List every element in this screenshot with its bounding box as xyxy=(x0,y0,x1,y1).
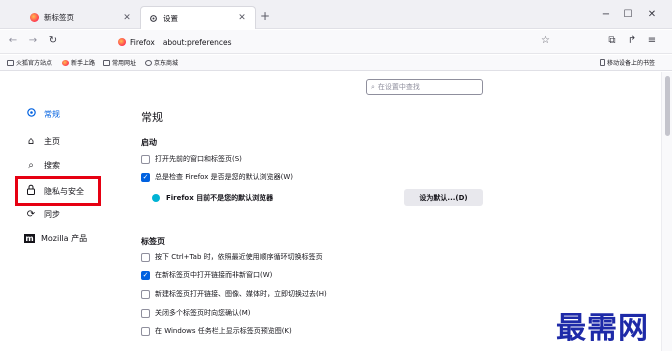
option-label: 在新标签页中打开链接而非新窗口(W) xyxy=(155,271,273,279)
bookmark-label: 京东商城 xyxy=(154,60,179,67)
tab-label: 新标签页 xyxy=(44,13,74,22)
checkbox[interactable] xyxy=(141,289,150,299)
share-icon[interactable]: ↱ xyxy=(625,35,639,46)
bookmark-item[interactable]: 京东商城 xyxy=(145,58,178,67)
status-text: Firefox 目前不是您的默认浏览器 xyxy=(166,194,274,202)
mobile-icon xyxy=(600,59,605,66)
highlight-annotation xyxy=(15,176,101,206)
checkbox[interactable] xyxy=(141,326,150,336)
page-title: 常规 xyxy=(141,111,163,124)
mobile-bookmarks[interactable]: 移动设备上的书签 xyxy=(600,58,655,67)
gear-icon xyxy=(24,107,38,121)
tabs-option[interactable]: 在 Windows 任务栏上显示标签页预览图(K) xyxy=(141,326,292,336)
tab-new-tab[interactable]: 新标签页 ✕ xyxy=(22,6,140,29)
option-label: 在 Windows 任务栏上显示标签页预览图(K) xyxy=(155,327,292,335)
sidebar-item-label: 同步 xyxy=(44,209,60,219)
set-default-button[interactable]: 设为默认...(D) xyxy=(404,189,483,206)
watermark: 最需网 xyxy=(556,311,649,346)
close-icon[interactable]: ✕ xyxy=(237,13,247,23)
extensions-icon[interactable]: ⧉ xyxy=(605,35,619,46)
tabs-option[interactable]: 新建标签页打开链接、图像、媒体时，立即切换过去(H) xyxy=(141,289,327,299)
close-window-button[interactable]: ✕ xyxy=(644,9,660,20)
firefox-icon xyxy=(30,13,39,22)
firefox-icon xyxy=(118,38,126,46)
sidebar-item-label: 搜索 xyxy=(44,160,60,170)
scrollbar[interactable] xyxy=(661,72,672,351)
url-text[interactable]: about:preferences xyxy=(163,38,232,47)
gear-icon xyxy=(149,14,158,23)
menu-icon[interactable]: ≡ xyxy=(645,35,659,46)
sidebar-item-general[interactable]: 常规 xyxy=(24,106,60,122)
checkbox[interactable] xyxy=(141,308,150,318)
bookmark-item[interactable]: 新手上路 xyxy=(62,58,95,67)
bookmark-star-icon[interactable]: ☆ xyxy=(541,35,550,46)
back-button[interactable]: ← xyxy=(6,35,20,46)
reload-button[interactable]: ↻ xyxy=(46,35,60,46)
scrollbar-thumb[interactable] xyxy=(665,76,670,136)
bookmark-label: 移动设备上的书签 xyxy=(607,60,656,67)
minimize-button[interactable]: − xyxy=(598,9,614,20)
checkbox[interactable] xyxy=(141,154,150,164)
tab-strip: 新标签页 ✕ 设置 ✕ + − ☐ ✕ xyxy=(0,0,672,29)
bookmarks-bar: 火狐官方站点 新手上路 常用网址 京东商城 移动设备上的书签 xyxy=(0,55,672,71)
sidebar-item-home[interactable]: ⌂ 主页 xyxy=(24,133,60,149)
tabs-option[interactable]: 按下 Ctrl+Tab 时，依照最近使用顺序循环切换标签页 xyxy=(141,252,323,262)
home-icon: ⌂ xyxy=(27,135,35,147)
section-startup-heading: 启动 xyxy=(141,138,157,147)
settings-search[interactable]: ⌕ xyxy=(366,79,483,95)
checkbox[interactable]: ✓ xyxy=(141,172,150,182)
restore-session-option[interactable]: 打开先前的窗口和标签页(S) xyxy=(141,154,242,164)
checkbox[interactable] xyxy=(141,252,150,262)
checkbox[interactable]: ✓ xyxy=(141,270,150,280)
sync-icon: ⟳ xyxy=(26,208,36,220)
option-label: 总是检查 Firefox 是否是您的默认浏览器(W) xyxy=(155,173,294,181)
nav-bar: ← → ↻ Firefox about:preferences ☆ ⧉ ↱ ≡ xyxy=(0,30,672,54)
tab-settings[interactable]: 设置 ✕ xyxy=(140,6,256,29)
sidebar-item-mozilla[interactable]: m Mozilla 产品 xyxy=(24,230,87,246)
bookmark-item[interactable]: 常用网址 xyxy=(103,58,136,67)
mozilla-icon: m xyxy=(24,233,35,243)
globe-icon xyxy=(145,59,152,66)
sidebar-item-label: 常规 xyxy=(44,109,60,119)
search-icon: ⌕ xyxy=(371,82,375,91)
option-label: 按下 Ctrl+Tab 时，依照最近使用顺序循环切换标签页 xyxy=(155,253,323,261)
close-icon[interactable]: ✕ xyxy=(122,13,132,23)
bookmark-label: 新手上路 xyxy=(71,60,96,67)
tabs-option[interactable]: 关闭多个标签页时向您确认(M) xyxy=(141,308,251,318)
option-label: 新建标签页打开链接、图像、媒体时，立即切换过去(H) xyxy=(155,290,327,298)
forward-button[interactable]: → xyxy=(26,35,40,46)
bookmark-label: 常用网址 xyxy=(112,60,137,67)
bookmark-label: 火狐官方站点 xyxy=(16,60,53,67)
site-identity-label: Firefox xyxy=(130,37,155,47)
info-icon xyxy=(152,194,160,202)
settings-search-input[interactable] xyxy=(377,83,478,91)
search-icon: ⌕ xyxy=(28,159,34,171)
url-bar[interactable]: Firefox about:preferences ☆ xyxy=(112,33,554,51)
sidebar-item-label: Mozilla 产品 xyxy=(41,233,88,243)
sidebar-item-search[interactable]: ⌕ 搜索 xyxy=(24,157,60,173)
option-label: 打开先前的窗口和标签页(S) xyxy=(155,155,242,163)
option-label: 关闭多个标签页时向您确认(M) xyxy=(155,309,251,317)
check-default-option[interactable]: ✓ 总是检查 Firefox 是否是您的默认浏览器(W) xyxy=(141,172,293,182)
folder-icon xyxy=(103,59,110,66)
new-tab-button[interactable]: + xyxy=(258,10,272,24)
default-browser-status: Firefox 目前不是您的默认浏览器 xyxy=(152,193,273,203)
tab-label: 设置 xyxy=(163,13,178,23)
folder-icon xyxy=(7,59,14,66)
section-tabs-heading: 标签页 xyxy=(141,237,165,246)
sidebar-item-sync[interactable]: ⟳ 同步 xyxy=(24,206,60,222)
maximize-button[interactable]: ☐ xyxy=(620,9,636,20)
tabs-option[interactable]: ✓ 在新标签页中打开链接而非新窗口(W) xyxy=(141,270,272,280)
bookmark-item[interactable]: 火狐官方站点 xyxy=(7,58,52,67)
sidebar-item-label: 主页 xyxy=(44,136,60,146)
firefox-icon xyxy=(62,59,69,66)
